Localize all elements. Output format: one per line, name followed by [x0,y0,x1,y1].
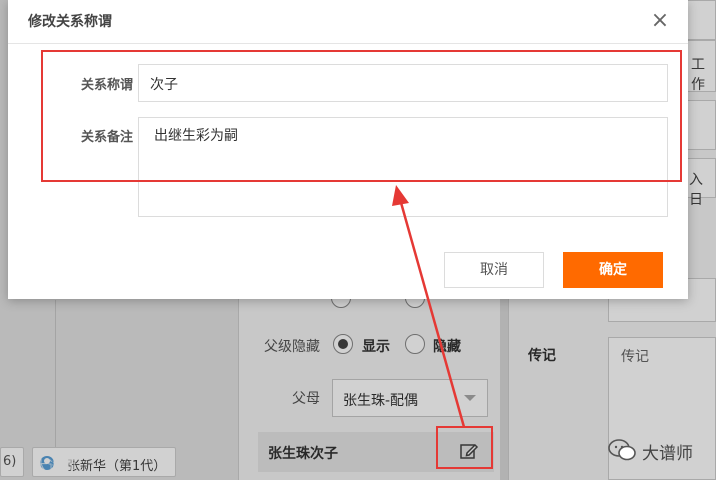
watermark-text: 大谱师 [642,444,693,464]
annotation-highlight-fields [41,50,682,182]
wechat-icon [608,439,636,465]
modal-header: 修改关系称谓 × [8,0,688,44]
modal-title: 修改关系称谓 [28,14,112,30]
annotation-highlight-edit [436,426,493,469]
confirm-button[interactable]: 确定 [563,252,663,288]
annotation-arrow [392,185,466,428]
watermark: 大谱师 [608,437,712,465]
close-icon[interactable]: × [648,10,672,34]
